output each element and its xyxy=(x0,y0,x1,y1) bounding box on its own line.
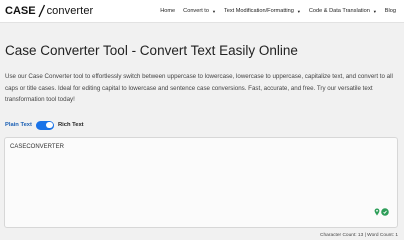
toggle-knob xyxy=(46,121,53,129)
nav-blog[interactable]: Blog xyxy=(385,8,396,14)
rich-text-label[interactable]: Rich Text xyxy=(58,122,84,128)
slash-logo-icon xyxy=(37,4,46,18)
main-nav: Home Convert to ▼ Text Modification/Form… xyxy=(152,0,396,22)
nav-code-data-translation-label: Code & Data Translation xyxy=(308,8,370,14)
plain-text-label[interactable]: Plain Text xyxy=(5,122,32,128)
logo-word-converter: converter xyxy=(46,4,94,17)
editor-icons xyxy=(374,203,389,221)
nav-text-modification[interactable]: Text Modification/Formatting ▼ xyxy=(224,8,301,14)
nav-home-label: Home xyxy=(160,8,176,14)
location-pin-icon[interactable] xyxy=(374,203,380,221)
caret-down-icon: ▼ xyxy=(372,8,377,14)
nav-text-modification-label: Text Modification/Formatting xyxy=(223,8,294,14)
nav-home[interactable]: Home xyxy=(160,8,175,14)
editor-text[interactable]: CASECONVERTER xyxy=(10,144,64,150)
caret-down-icon: ▼ xyxy=(296,8,301,14)
text-editor[interactable]: CASECONVERTER xyxy=(4,137,398,228)
page-description: Use our Case Converter tool to effortles… xyxy=(5,73,393,104)
logo-word-case: CASE xyxy=(5,4,36,17)
top-navbar: CASE converter Home Convert to ▼ Text Mo… xyxy=(0,0,404,23)
page-title: Case Converter Tool - Convert Text Easil… xyxy=(5,43,298,58)
nav-convert-to[interactable]: Convert to ▼ xyxy=(183,8,216,14)
nav-blog-label: Blog xyxy=(384,8,396,14)
mode-toggle-switch[interactable] xyxy=(35,120,54,130)
mode-toggle-row: Plain Text Rich Text xyxy=(5,120,84,130)
grammar-check-icon[interactable] xyxy=(381,203,389,221)
character-word-count: Character Count: 13 | Word Count: 1 xyxy=(320,233,398,238)
nav-convert-to-label: Convert to xyxy=(183,8,209,14)
site-logo[interactable]: CASE converter xyxy=(5,3,93,18)
nav-code-data-translation[interactable]: Code & Data Translation ▼ xyxy=(309,8,377,14)
caret-down-icon: ▼ xyxy=(211,8,216,14)
